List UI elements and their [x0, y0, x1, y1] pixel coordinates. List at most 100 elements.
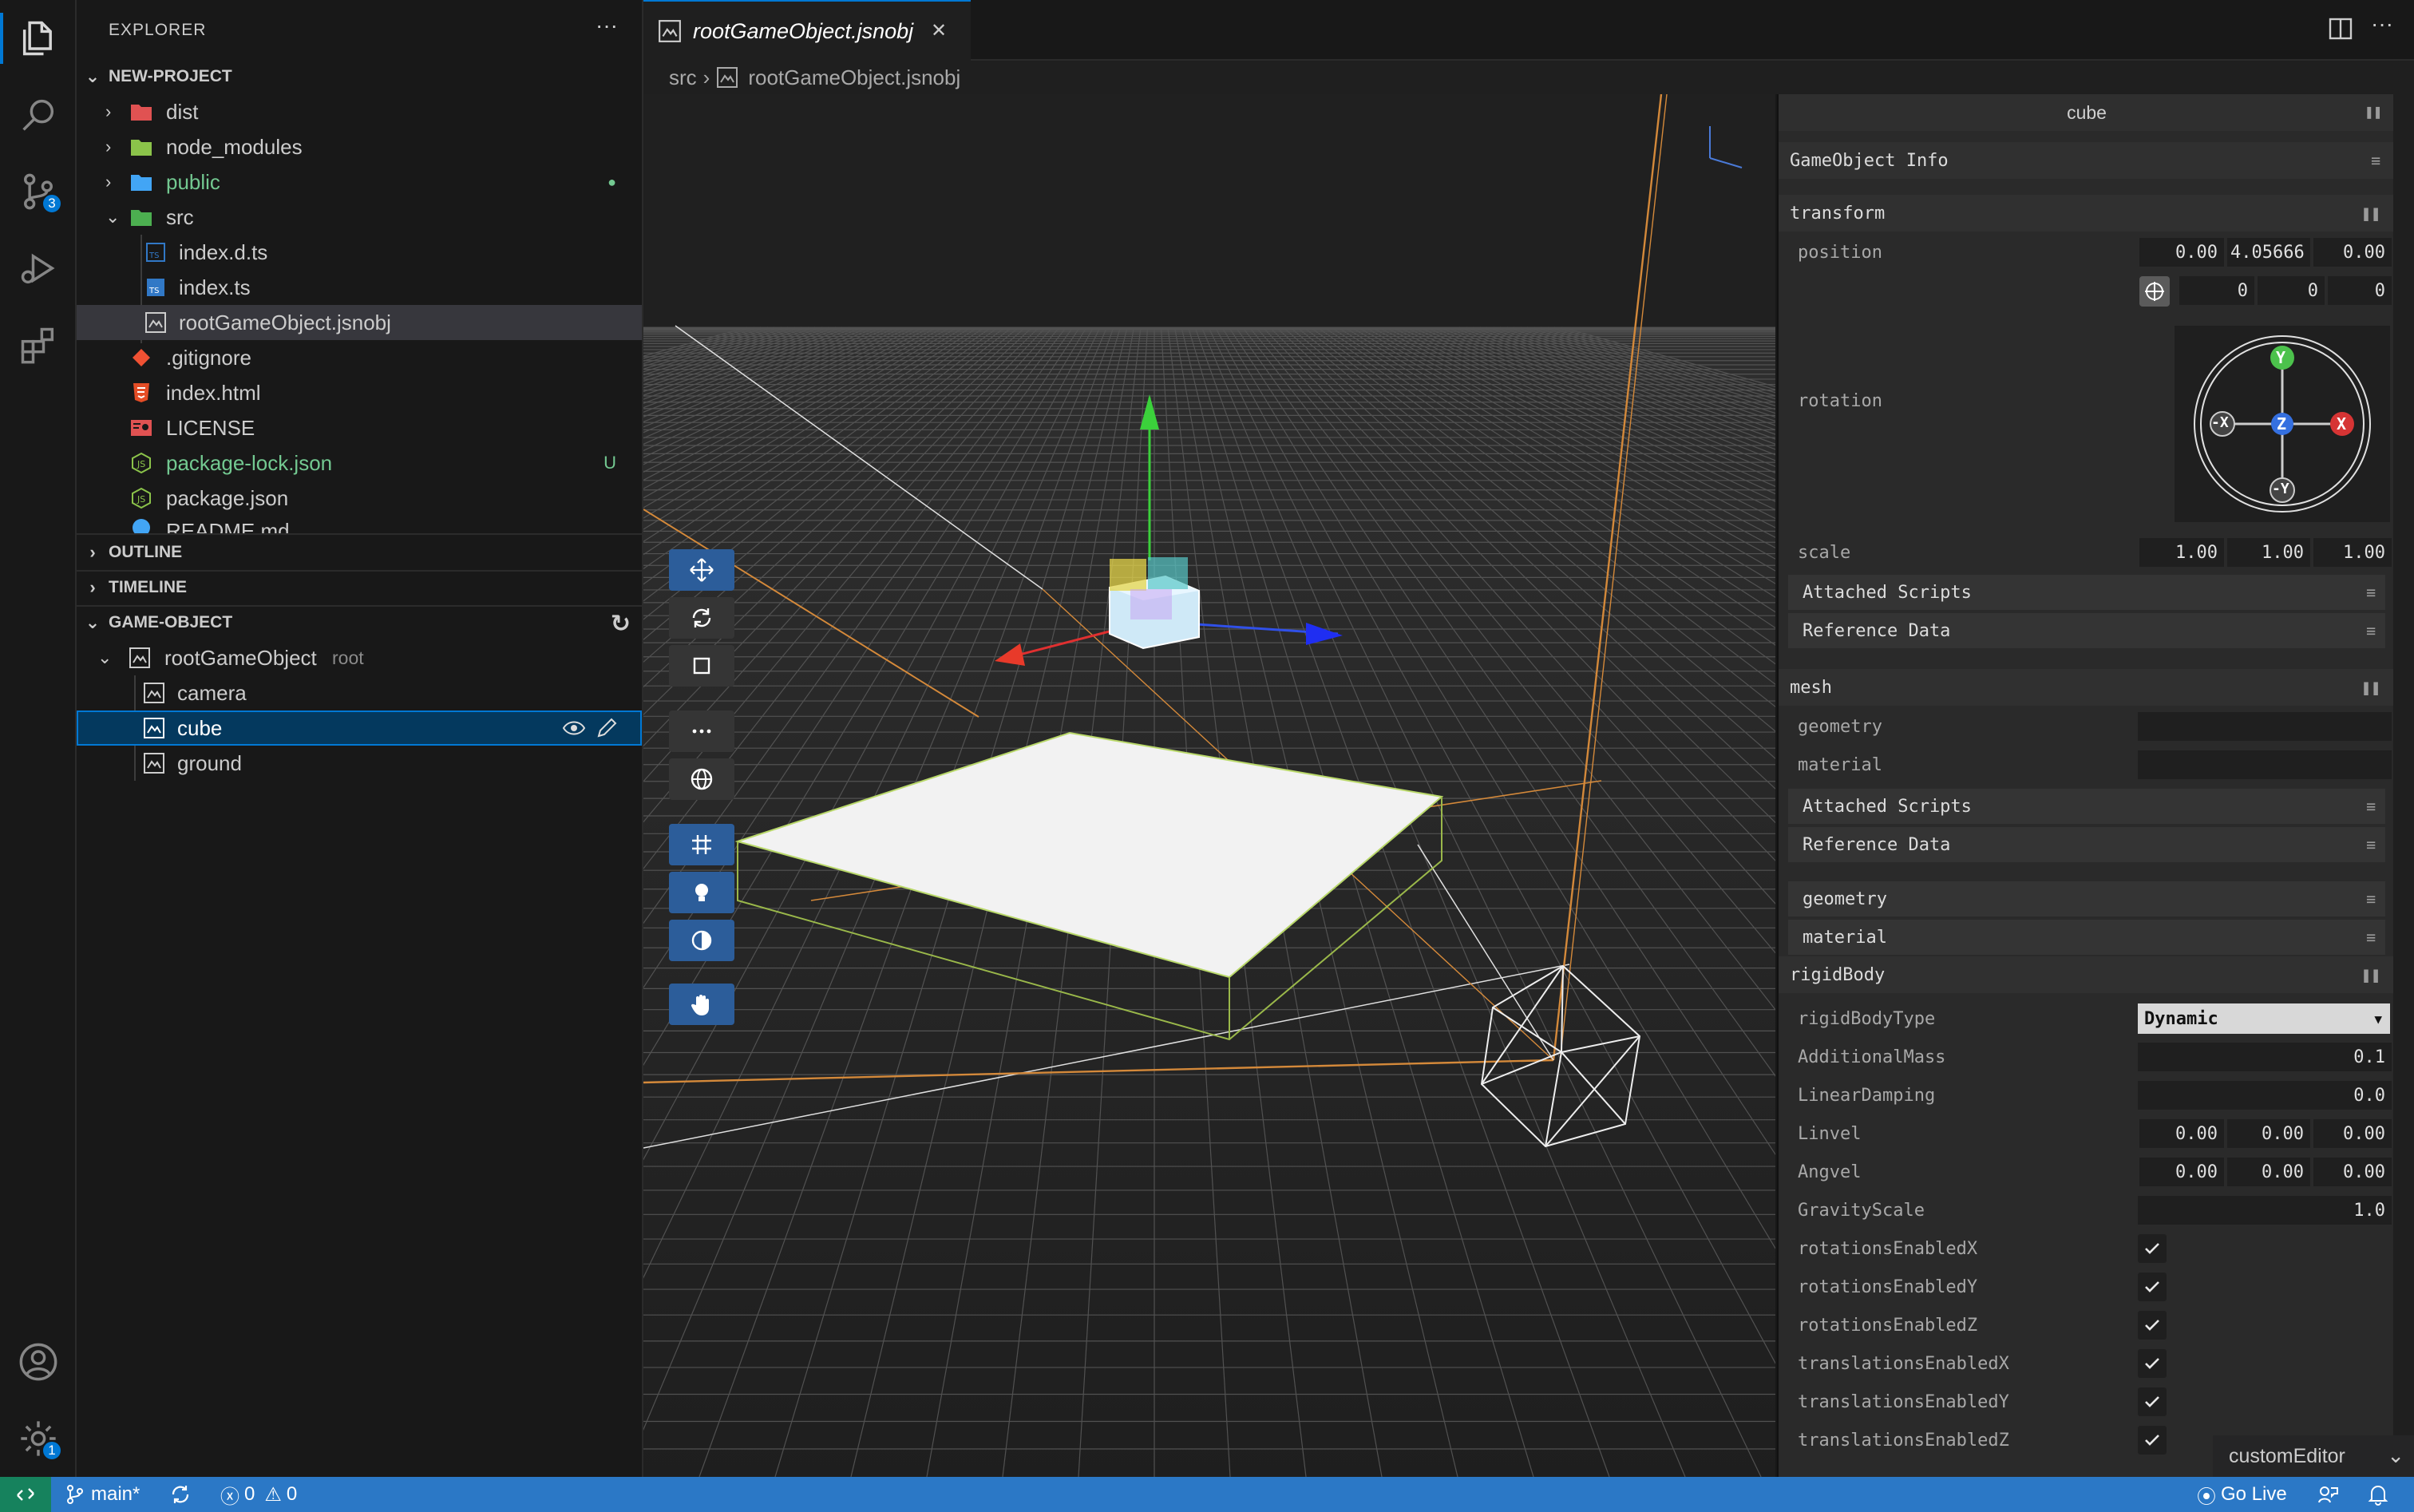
linvel-y-input[interactable]: 0.00: [2227, 1119, 2310, 1148]
notifications-bell-icon[interactable]: [2368, 1477, 2388, 1512]
hand-pan-button[interactable]: [669, 984, 734, 1025]
rotation-z-input[interactable]: 0: [2328, 276, 2392, 305]
folder-transform[interactable]: transform ❚❚: [1779, 195, 2393, 232]
go-live-button[interactable]: ⦿ Go Live: [2197, 1477, 2287, 1512]
tree-item-ground[interactable]: ground: [77, 746, 642, 781]
more-tools-button[interactable]: [669, 710, 734, 752]
tree-item-index-d-ts[interactable]: TS index.d.ts: [77, 235, 642, 270]
position-y-input[interactable]: 4.05666: [2227, 238, 2310, 267]
breadcrumb-file[interactable]: rootGameObject.jsnobj: [748, 65, 960, 90]
world-space-button[interactable]: [669, 758, 734, 800]
rotation-x-input[interactable]: 0: [2179, 276, 2254, 305]
linvel-x-input[interactable]: 0.00: [2139, 1119, 2224, 1148]
tree-item-dist[interactable]: › dist: [77, 94, 642, 129]
tree-item-index-ts[interactable]: TS index.ts: [77, 270, 642, 305]
light-toggle-button[interactable]: [669, 872, 734, 913]
section-game-object[interactable]: ⌄ GAME-OBJECT ↻: [77, 607, 642, 639]
account-icon[interactable]: [14, 1338, 62, 1386]
source-control-icon[interactable]: 3: [14, 168, 62, 216]
angvel-z-input[interactable]: 0.00: [2313, 1158, 2392, 1186]
checkbox[interactable]: [2138, 1349, 2167, 1378]
tab-title: rootGameObject.jsnobj: [693, 19, 914, 43]
tree-item-index-html[interactable]: index.html: [77, 375, 642, 410]
extensions-icon[interactable]: [14, 321, 62, 369]
additional-mass-input[interactable]: 0.1: [2138, 1043, 2392, 1071]
breadcrumb-src[interactable]: src: [669, 65, 697, 90]
folder-material[interactable]: material ≡: [1788, 920, 2385, 955]
search-icon[interactable]: [14, 91, 62, 139]
material-field[interactable]: [2138, 750, 2392, 779]
tree-item-public[interactable]: › public ●: [77, 164, 642, 200]
tree-item-readme[interactable]: README.md: [77, 516, 642, 533]
eye-icon[interactable]: [562, 717, 586, 745]
linear-damping-input[interactable]: 0.0: [2138, 1081, 2392, 1110]
problems-indicator[interactable]: ⓧ 0 ⚠ 0: [220, 1477, 297, 1512]
angvel-x-input[interactable]: 0.00: [2139, 1158, 2224, 1186]
custom-editor-button[interactable]: customEditor ⌄: [2213, 1435, 2414, 1477]
close-icon[interactable]: ✕: [931, 19, 947, 42]
folder-geometry[interactable]: geometry ≡: [1788, 881, 2385, 916]
folder-reference-data[interactable]: Reference Data ≡: [1788, 827, 2385, 862]
section-new-project[interactable]: ⌄ NEW-PROJECT: [77, 61, 642, 93]
rotation-y-input[interactable]: 0: [2258, 276, 2325, 305]
section-timeline[interactable]: › TIMELINE: [77, 572, 642, 604]
editor-tab[interactable]: rootGameObject.jsnobj ✕: [643, 0, 971, 61]
html-file-icon: [129, 381, 153, 405]
refresh-icon[interactable]: ↻: [611, 610, 631, 638]
run-debug-icon[interactable]: [14, 244, 62, 292]
tree-item-gitignore[interactable]: .gitignore: [77, 340, 642, 375]
folder-rigidbody[interactable]: rigidBody ❚❚: [1779, 956, 2393, 993]
more-actions-icon[interactable]: ···: [2371, 11, 2393, 37]
tree-item-cube[interactable]: cube: [77, 710, 642, 746]
scale-y-input[interactable]: 1.00: [2227, 538, 2310, 567]
tree-item-rootgameobject-node[interactable]: ⌄ rootGameObject root: [77, 640, 642, 675]
grid-toggle-button[interactable]: [669, 824, 734, 865]
inspector-scrollbar[interactable]: [2393, 94, 2414, 1477]
folder-gameobject-info[interactable]: GameObject Info ≡: [1779, 142, 2393, 179]
explorer-icon[interactable]: [14, 14, 62, 62]
scale-tool-button[interactable]: [669, 645, 734, 687]
checkbox[interactable]: [2138, 1234, 2167, 1263]
folder-attached-scripts[interactable]: Attached Scripts ≡: [1788, 789, 2385, 824]
position-z-input[interactable]: 0.00: [2313, 238, 2392, 267]
section-outline[interactable]: › OUTLINE: [77, 536, 642, 568]
contrast-toggle-button[interactable]: [669, 920, 734, 961]
branch-indicator[interactable]: main*: [65, 1477, 140, 1512]
gravity-scale-input[interactable]: 1.0: [2138, 1196, 2392, 1225]
checkbox[interactable]: [2138, 1426, 2167, 1455]
feedback-icon[interactable]: [2317, 1477, 2339, 1512]
scale-x-input[interactable]: 1.00: [2139, 538, 2224, 567]
move-tool-button[interactable]: [669, 549, 734, 591]
inspector-title[interactable]: cube: [1779, 94, 2393, 131]
folder-attached-scripts[interactable]: Attached Scripts ≡: [1788, 575, 2385, 610]
collapse-icon[interactable]: ❚❚: [2365, 104, 2382, 121]
rotate-tool-button[interactable]: [669, 597, 734, 639]
folder-mesh[interactable]: mesh ❚❚: [1779, 669, 2393, 706]
checkbox[interactable]: [2138, 1311, 2167, 1340]
more-actions-button[interactable]: ···: [596, 13, 618, 38]
folder-reference-data[interactable]: Reference Data ≡: [1788, 613, 2385, 648]
checkbox[interactable]: [2138, 1387, 2167, 1416]
tree-item-package-lock[interactable]: JS package-lock.json U: [77, 445, 642, 481]
checkbox[interactable]: [2138, 1273, 2167, 1301]
rotation-gizmo[interactable]: Y -X Z X -Y: [2175, 326, 2390, 522]
tree-item-rootgameobject[interactable]: rootGameObject.jsnobj: [77, 305, 642, 340]
scene-viewport[interactable]: [643, 94, 1775, 1477]
crosshair-icon[interactable]: [2139, 276, 2170, 307]
tree-item-license[interactable]: LICENSE: [77, 410, 642, 445]
position-x-input[interactable]: 0.00: [2139, 238, 2224, 267]
tree-item-camera[interactable]: camera: [77, 675, 642, 710]
angvel-y-input[interactable]: 0.00: [2227, 1158, 2310, 1186]
tree-item-package-json[interactable]: JS package.json: [77, 481, 642, 516]
tree-item-node-modules[interactable]: › node_modules: [77, 129, 642, 164]
scale-z-input[interactable]: 1.00: [2313, 538, 2392, 567]
remote-icon[interactable]: [0, 1477, 51, 1512]
linvel-z-input[interactable]: 0.00: [2313, 1119, 2392, 1148]
split-editor-icon[interactable]: [2328, 16, 2353, 46]
tree-item-src[interactable]: ⌄ src: [77, 200, 642, 235]
rigidbody-type-select[interactable]: Dynamic ▼: [2138, 1003, 2390, 1034]
geometry-field[interactable]: [2138, 712, 2392, 741]
edit-pencil-icon[interactable]: [596, 717, 618, 745]
sync-icon[interactable]: [169, 1477, 192, 1512]
manage-gear-icon[interactable]: 1: [14, 1415, 62, 1463]
